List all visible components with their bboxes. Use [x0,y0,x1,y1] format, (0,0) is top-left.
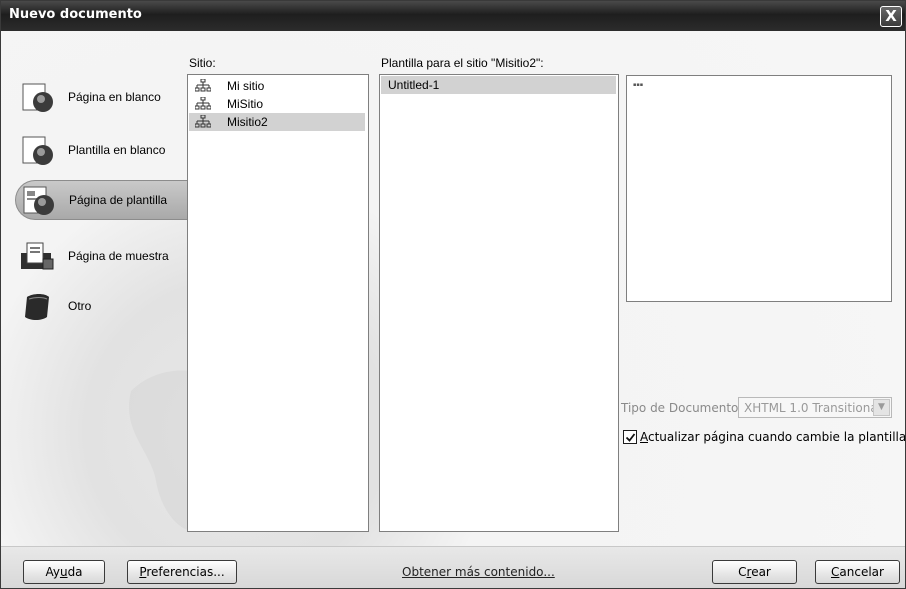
template-label: Untitled-1 [388,78,440,92]
template-list[interactable]: Untitled-1 [379,74,619,532]
sample-page-icon [21,242,54,270]
template-page-icon [23,186,54,215]
template-column-label: Plantilla para el sitio "Misitio2": [381,56,544,70]
category-blank-page[interactable]: Página en blanco [1,78,189,118]
site-label: Mi sitio [227,79,265,93]
preview-thumbnail-icon: ▪▪▪ [633,82,644,88]
site-list[interactable]: Mi sitio MiSitio Misitio2 [187,74,369,532]
site-item[interactable]: Mi sitio [189,77,365,95]
blank-page-icon [22,83,53,112]
doctype-value: XHTML 1.0 Transitional [744,401,882,415]
category-label: Página en blanco [68,90,161,104]
category-label: Página de plantilla [69,193,168,207]
new-document-dialog: Nuevo documento X Página en blanco Plant… [0,0,906,589]
other-scroll-icon [25,294,49,320]
title-bar: Nuevo documento X [1,1,905,31]
site-item[interactable]: MiSitio [189,95,365,113]
chevron-down-icon[interactable]: ▼ [873,399,890,416]
preferences-button[interactable]: Preferencias... [127,560,237,584]
site-label: MiSitio [227,97,264,111]
dialog-body: Página en blanco Plantilla en blanco Pág… [1,31,905,546]
category-label: Página de muestra [68,249,169,263]
site-icon [195,115,211,128]
site-column-label: Sitio: [189,56,216,70]
doctype-select[interactable]: XHTML 1.0 Transitional ▼ [738,397,892,418]
cancel-button[interactable]: Cancelar [815,560,900,584]
category-label: Plantilla en blanco [68,143,166,157]
category-blank-template[interactable]: Plantilla en blanco [1,131,189,171]
site-icon [195,97,211,110]
site-icon [195,79,211,92]
category-sample-page[interactable]: Página de muestra [1,237,189,277]
template-item[interactable]: Untitled-1 [381,76,616,94]
category-other[interactable]: Otro [1,287,189,327]
get-more-content-link[interactable]: Obtener más contenido... [402,565,555,579]
blank-template-icon [22,136,53,165]
preview-pane: ▪▪▪ [626,75,892,302]
create-button[interactable]: Crear [712,560,797,584]
update-page-checkbox[interactable] [623,430,637,444]
category-label: Otro [68,299,92,313]
dialog-title: Nuevo documento [9,7,142,22]
doctype-label: Tipo de Documento: [621,401,743,415]
dialog-footer: Ayuda Preferencias... Obtener más conten… [1,546,905,588]
category-template-page[interactable]: Página de plantilla [15,180,189,220]
close-icon: X [885,7,897,25]
update-page-label: Actualizar página cuando cambie la plant… [640,430,906,444]
help-button[interactable]: Ayuda [23,560,105,584]
checkmark-icon [625,433,636,442]
site-label: Misitio2 [227,115,268,129]
site-item[interactable]: Misitio2 [189,113,365,131]
close-button[interactable]: X [880,6,902,27]
